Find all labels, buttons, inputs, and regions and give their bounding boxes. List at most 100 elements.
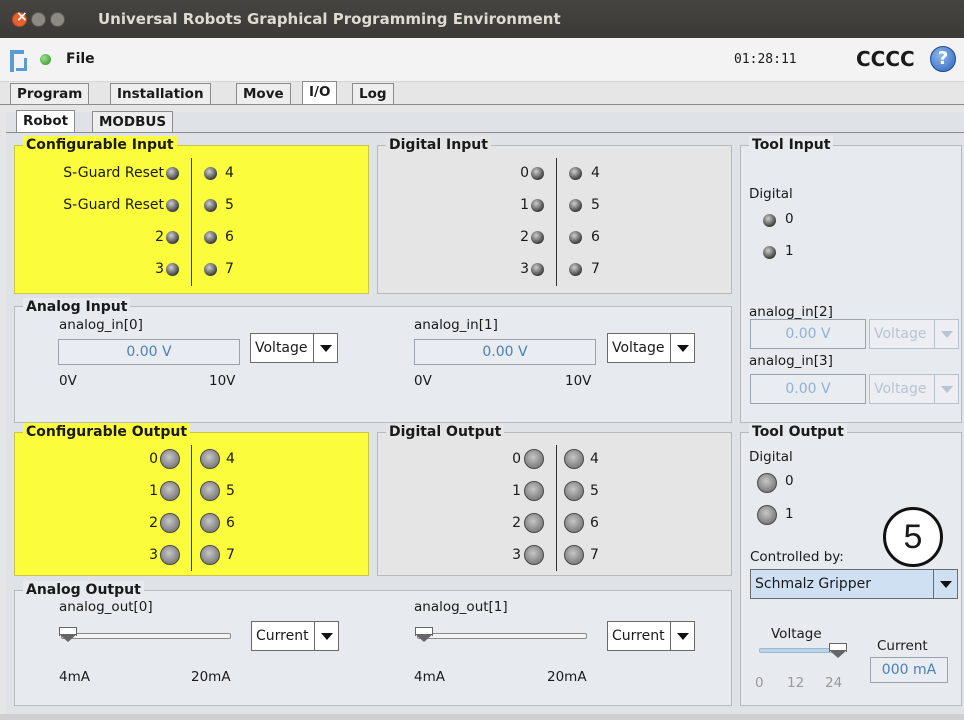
digital-output-toggle[interactable] bbox=[524, 545, 544, 565]
config-input-label: 7 bbox=[225, 261, 234, 277]
analog-in-3-mode-dropdown: Voltage bbox=[869, 374, 959, 404]
window-minimize-button[interactable] bbox=[31, 12, 46, 27]
analog-in-3-value: 0.00 V bbox=[750, 374, 866, 404]
window-maximize-button[interactable] bbox=[50, 12, 65, 27]
tab-divider bbox=[0, 104, 964, 105]
digital-output-label: 5 bbox=[590, 483, 599, 499]
config-output-toggle[interactable] bbox=[200, 545, 220, 565]
analog-input-title: Analog Input bbox=[23, 298, 131, 316]
digital-input-label: 5 bbox=[591, 197, 600, 213]
tab-move[interactable]: Move bbox=[236, 83, 291, 105]
analog-out-1-slider-thumb[interactable] bbox=[415, 627, 433, 643]
config-input-led bbox=[166, 167, 179, 180]
dropdown-value: Schmalz Gripper bbox=[755, 576, 871, 592]
analog-in-2-mode-dropdown: Voltage bbox=[869, 319, 959, 349]
digital-input-led bbox=[531, 199, 544, 212]
config-output-row: 3 7 bbox=[15, 544, 370, 566]
analog-out-0-slider-track bbox=[61, 633, 231, 639]
controlled-by-dropdown[interactable]: Schmalz Gripper bbox=[750, 569, 958, 599]
digital-output-toggle[interactable] bbox=[564, 481, 584, 501]
digital-input-led bbox=[531, 231, 544, 244]
current-value: 000 mA bbox=[870, 657, 948, 683]
digital-input-label: 0 bbox=[520, 165, 529, 181]
analog-input-panel: Analog Input analog_in[0] 0.00 V Voltage… bbox=[14, 298, 732, 423]
tool-input-led bbox=[763, 246, 776, 259]
window-title: Universal Robots Graphical Programming E… bbox=[98, 10, 561, 28]
analog-out-1-max: 20mA bbox=[547, 669, 587, 685]
chevron-down-icon bbox=[934, 375, 958, 403]
config-output-toggle[interactable] bbox=[160, 481, 180, 501]
digital-output-toggle[interactable] bbox=[564, 545, 584, 565]
digital-input-led bbox=[569, 263, 582, 276]
current-label: Current bbox=[877, 638, 928, 654]
config-output-label: 0 bbox=[149, 451, 158, 467]
tool-input-digital-0: 0 bbox=[785, 211, 794, 227]
config-input-row: 2 6 bbox=[15, 226, 370, 248]
config-input-led bbox=[166, 263, 179, 276]
config-output-toggle[interactable] bbox=[200, 481, 220, 501]
window-close-button[interactable] bbox=[12, 9, 28, 27]
analog-out-0-mode-dropdown[interactable]: Current bbox=[251, 621, 339, 651]
digital-input-row: 0 4 bbox=[378, 162, 733, 184]
digital-input-label: 1 bbox=[520, 197, 529, 213]
analog-out-1-mode-dropdown[interactable]: Current bbox=[607, 621, 695, 651]
dropdown-value: Voltage bbox=[612, 340, 665, 356]
analog-in-1-value: 0.00 V bbox=[414, 339, 596, 365]
config-output-toggle[interactable] bbox=[200, 449, 220, 469]
config-input-label: 6 bbox=[225, 229, 234, 245]
help-icon: ? bbox=[937, 48, 949, 69]
digital-output-label: 2 bbox=[512, 515, 521, 531]
tab-io[interactable]: I/O bbox=[302, 81, 338, 105]
tab-log[interactable]: Log bbox=[352, 83, 394, 105]
dropdown-value: Voltage bbox=[874, 381, 927, 397]
digital-output-toggle[interactable] bbox=[564, 449, 584, 469]
config-output-label: 2 bbox=[149, 515, 158, 531]
tool-output-toggle[interactable] bbox=[757, 473, 777, 493]
digital-output-label: 1 bbox=[512, 483, 521, 499]
config-output-toggle[interactable] bbox=[160, 545, 180, 565]
analog-out-0-min: 4mA bbox=[59, 669, 90, 685]
digital-input-label: 6 bbox=[591, 229, 600, 245]
clock: 01:28:11 bbox=[734, 52, 797, 67]
config-output-label: 3 bbox=[149, 547, 158, 563]
ur-logo-icon bbox=[10, 50, 27, 72]
digital-output-label: 7 bbox=[590, 547, 599, 563]
analog-out-0-max: 20mA bbox=[191, 669, 231, 685]
digital-output-toggle[interactable] bbox=[524, 513, 544, 533]
voltage-slider-thumb[interactable] bbox=[829, 643, 847, 659]
help-button[interactable]: ? bbox=[930, 46, 956, 72]
digital-output-toggle[interactable] bbox=[524, 449, 544, 469]
config-output-toggle[interactable] bbox=[160, 513, 180, 533]
digital-output-label: 0 bbox=[512, 451, 521, 467]
tab-robot[interactable]: Robot bbox=[16, 110, 76, 133]
tab-program[interactable]: Program bbox=[10, 83, 90, 105]
analog-out-0-slider-thumb[interactable] bbox=[59, 627, 77, 643]
chevron-down-icon bbox=[934, 320, 958, 348]
tab-modbus[interactable]: MODBUS bbox=[92, 111, 174, 133]
digital-input-led bbox=[569, 199, 582, 212]
voltage-slider-track bbox=[759, 648, 837, 653]
file-menu[interactable]: File bbox=[66, 51, 95, 67]
config-input-label: S-Guard Reset bbox=[63, 165, 164, 181]
digital-output-toggle[interactable] bbox=[524, 481, 544, 501]
tool-input-led bbox=[763, 214, 776, 227]
digital-output-label: 6 bbox=[590, 515, 599, 531]
window-titlebar: Universal Robots Graphical Programming E… bbox=[0, 0, 964, 38]
config-output-toggle[interactable] bbox=[200, 513, 220, 533]
digital-output-label: 3 bbox=[512, 547, 521, 563]
analog-in-0-label: analog_in[0] bbox=[59, 317, 143, 333]
analog-in-0-mode-dropdown[interactable]: Voltage bbox=[250, 333, 338, 363]
config-output-label: 7 bbox=[226, 547, 235, 563]
config-output-toggle[interactable] bbox=[160, 449, 180, 469]
tool-output-digital-label: Digital bbox=[749, 449, 793, 465]
tool-input-digital-label: Digital bbox=[749, 186, 793, 202]
tool-output-toggle[interactable] bbox=[757, 505, 777, 525]
top-bar: File 01:28:11 CCCC ? bbox=[0, 38, 964, 82]
analog-in-1-mode-dropdown[interactable]: Voltage bbox=[607, 333, 695, 363]
tab-installation[interactable]: Installation bbox=[110, 83, 211, 105]
digital-output-toggle[interactable] bbox=[564, 513, 584, 533]
configurable-output-panel: Configurable Output 0 4 1 5 2 6 3 7 bbox=[14, 423, 370, 576]
analog-in-0-value: 0.00 V bbox=[58, 339, 240, 365]
analog-out-1-min: 4mA bbox=[414, 669, 445, 685]
analog-output-panel: Analog Output analog_out[0] Current 4mA … bbox=[14, 581, 732, 706]
